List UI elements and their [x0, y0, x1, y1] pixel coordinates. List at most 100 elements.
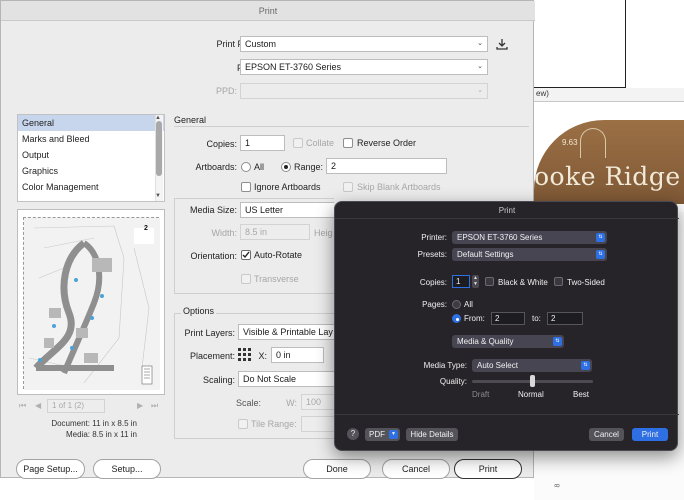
w-input: 100 [301, 394, 334, 410]
tile-range-label: Tile Range: [251, 419, 297, 429]
width-label: Width: [211, 228, 237, 238]
media-size-label: Media Size: [189, 205, 237, 215]
page-navigation: ⏮ ◀ 1 of 1 (2) ▶ ⏭ [19, 399, 165, 413]
mac-presets-value: Default Settings [457, 250, 514, 259]
print-preset-select[interactable]: Custom ⌄ [240, 36, 488, 52]
auto-rotate-checkbox[interactable] [241, 250, 251, 260]
mac-print-button[interactable]: Print [632, 428, 668, 441]
scaling-label: Scaling: [202, 375, 235, 385]
w-label: W: [286, 398, 297, 408]
print-preview[interactable]: 2 [17, 209, 165, 395]
printer-select[interactable]: EPSON ET-3760 Series ⌄ [240, 59, 488, 75]
quality-label: Quality: [439, 377, 467, 386]
pages-to-input[interactable]: 2 [547, 312, 583, 325]
section-select[interactable]: Media & Quality ⇅ [452, 335, 564, 348]
x-label: X: [258, 351, 267, 361]
media-size-value: US Letter [245, 205, 284, 215]
next-page-icon[interactable]: ▶ [137, 401, 143, 410]
transverse-checkbox [241, 274, 251, 284]
black-white-checkbox[interactable] [485, 277, 494, 286]
done-button[interactable]: Done [303, 459, 371, 479]
quality-tick-best: Best [573, 390, 590, 399]
page-number-field[interactable]: 1 of 1 (2) [47, 399, 105, 413]
artboards-range-label: Range: [294, 162, 324, 172]
copies-label: Copies: [206, 139, 237, 149]
preview-page: 2 [23, 217, 160, 390]
hide-details-button[interactable]: Hide Details [406, 428, 458, 441]
scroll-up-icon[interactable]: ▲ [155, 115, 161, 121]
placement-grid-icon[interactable] [238, 348, 251, 361]
mac-cancel-button[interactable]: Cancel [589, 428, 624, 441]
artboard-frame [534, 0, 626, 88]
document-tab-fragment: ew) [536, 89, 549, 98]
tile-range-input [301, 416, 334, 432]
pdf-button[interactable]: PDF ▼ [365, 428, 400, 441]
scroll-down-icon[interactable]: ▼ [155, 193, 161, 199]
auto-rotate-label: Auto-Rotate [254, 250, 303, 260]
media-size-select[interactable]: US Letter [240, 202, 334, 218]
setup-button[interactable]: Setup... [93, 459, 161, 479]
ignore-artboards-checkbox[interactable] [241, 182, 251, 192]
pages-from-radio[interactable] [452, 314, 461, 323]
help-icon[interactable]: ? [347, 428, 359, 440]
updown-chevron-icon: ⇅ [553, 337, 562, 346]
updown-chevron-icon: ⇅ [581, 361, 590, 370]
mac-printer-select[interactable]: EPSON ET-3760 Series ⇅ [452, 231, 607, 244]
artboards-all-radio[interactable] [241, 162, 251, 172]
side-ruler-mark: 8 [554, 483, 562, 488]
artwork-title: ooke Ridge [534, 162, 681, 191]
last-page-icon[interactable]: ⏭ [151, 401, 158, 411]
copies-stepper-icon[interactable]: ▲ ▼ [472, 275, 479, 288]
mac-presets-select[interactable]: Default Settings ⇅ [452, 248, 607, 261]
skip-blank-label: Skip Blank Artboards [357, 182, 441, 192]
copies-input[interactable]: 1 [240, 135, 285, 151]
category-output[interactable]: Output [18, 147, 164, 163]
category-general[interactable]: General [18, 115, 164, 131]
mac-dialog-title: Print [335, 202, 679, 219]
dialog-title: Print [1, 1, 535, 21]
reverse-order-checkbox[interactable] [343, 138, 353, 148]
print-preset-value: Custom [245, 39, 277, 49]
category-graphics[interactable]: Graphics [18, 163, 164, 179]
quality-slider-thumb[interactable] [530, 375, 535, 387]
media-type-select[interactable]: Auto Select ⇅ [472, 359, 592, 372]
category-scroll-thumb[interactable] [156, 121, 162, 176]
skip-blank-checkbox [343, 182, 353, 192]
section-value: Media & Quality [457, 337, 514, 346]
artboards-label: Artboards: [195, 162, 237, 172]
divider [335, 414, 679, 415]
cancel-button[interactable]: Cancel [382, 459, 450, 479]
two-sided-checkbox[interactable] [554, 277, 563, 286]
range-input[interactable]: 2 [326, 158, 447, 174]
scaling-value: Do Not Scale [243, 374, 297, 384]
mac-pages-label: Pages: [422, 300, 447, 309]
print-layers-select[interactable]: Visible & Printable Lay [238, 324, 334, 340]
media-type-label: Media Type: [423, 361, 467, 370]
document-tab-ruler: ew) [534, 88, 684, 102]
pages-to-label: to: [532, 314, 541, 323]
print-layers-label: Print Layers: [184, 328, 235, 338]
ppd-select: ⌄ [240, 83, 488, 99]
document-size-info: Document: 11 in x 8.5 in [51, 419, 137, 428]
width-input: 8.5 in [240, 224, 310, 240]
category-marks-and-bleed[interactable]: Marks and Bleed [18, 131, 164, 147]
height-label: Heig [314, 228, 333, 238]
category-color-management[interactable]: Color Management [18, 179, 164, 195]
mac-copies-input[interactable]: 1 [452, 275, 470, 288]
tile-range-checkbox [238, 419, 248, 429]
save-preset-icon[interactable] [495, 37, 509, 51]
mac-printer-label: Printer: [421, 233, 447, 242]
reverse-order-label: Reverse Order [357, 138, 417, 148]
page-setup-button[interactable]: Page Setup... [16, 459, 85, 479]
x-input[interactable]: 0 in [271, 347, 324, 363]
gate-emblem-icon [580, 128, 606, 158]
scaling-select[interactable]: Do Not Scale [238, 371, 334, 387]
mac-copies-label: Copies: [419, 278, 447, 287]
first-page-icon[interactable]: ⏮ [19, 401, 26, 411]
pages-all-radio[interactable] [452, 300, 461, 309]
pages-from-input[interactable]: 2 [491, 312, 525, 325]
preview-page-number: 2 [144, 225, 148, 232]
print-button[interactable]: Print [454, 459, 522, 479]
artboards-range-radio[interactable] [281, 162, 291, 172]
prev-page-icon[interactable]: ◀ [35, 401, 41, 410]
